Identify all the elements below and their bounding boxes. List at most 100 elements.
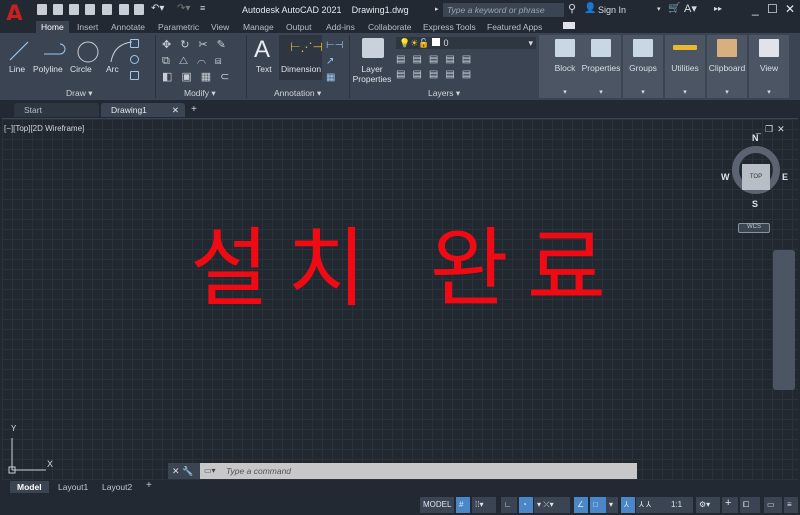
tab-featured-apps[interactable]: Featured Apps xyxy=(487,22,542,32)
text-icon[interactable]: A xyxy=(254,36,270,64)
layers-panel-label[interactable]: Layers ▾ xyxy=(428,88,460,99)
install-complete-message: 설치 완료 xyxy=(190,219,624,319)
viewcube-top[interactable]: TOP xyxy=(742,164,770,190)
annotation-visibility-icon[interactable]: ⅄ xyxy=(621,497,635,513)
search-input[interactable]: Type a keyword or phrase xyxy=(443,3,564,17)
annotation-panel-label[interactable]: Annotation ▾ xyxy=(274,88,321,99)
new-icon[interactable] xyxy=(37,4,47,15)
layer-color-swatch xyxy=(432,38,441,46)
compass-south[interactable]: S xyxy=(752,199,758,209)
workspace-gear-icon[interactable]: ⚙▾ xyxy=(696,497,720,513)
new-tab-button[interactable]: + xyxy=(191,104,197,115)
layer-dropdown[interactable]: 💡☀🔓 0 ▾ xyxy=(396,37,536,49)
minimize-button[interactable]: _ xyxy=(752,2,759,16)
rectangle-icon[interactable] xyxy=(130,39,139,48)
osnap-tracking-icon[interactable]: ∠ xyxy=(574,497,588,513)
groups-icon xyxy=(633,39,653,57)
command-input[interactable]: Type a command xyxy=(200,463,637,479)
tab-insert[interactable]: Insert xyxy=(77,22,98,32)
groups-panel[interactable]: Groups ▾ xyxy=(623,35,663,98)
close-button[interactable]: ✕ xyxy=(785,2,795,16)
compass-north[interactable]: N xyxy=(752,133,759,143)
text-tool[interactable]: Text xyxy=(256,64,272,74)
object-snap-icon[interactable]: □ xyxy=(590,497,606,513)
annotation-scale[interactable]: 1:1 xyxy=(668,497,693,513)
ortho-toggle-icon[interactable]: ∟ xyxy=(501,497,517,513)
modify-tool-icons[interactable]: ✥↻✂✎ ⧉△⌒⧈ ◧▣▦⊂ xyxy=(162,37,238,85)
sign-in-dropdown-icon[interactable]: ▾ xyxy=(657,5,661,13)
wcs-menu[interactable]: WCS xyxy=(738,223,770,233)
tab-collaborate[interactable]: Collaborate xyxy=(368,22,411,32)
annotation-scale-icons[interactable]: ⅄ ⅄ xyxy=(636,497,668,513)
tab-model[interactable]: Model xyxy=(10,481,49,493)
command-line-controls[interactable]: ✕ 🔧 xyxy=(168,463,200,479)
ellipse-icon[interactable] xyxy=(130,55,139,64)
line-tool[interactable]: Line xyxy=(9,64,25,74)
open-web-icon[interactable] xyxy=(102,4,112,15)
chevron-down-icon: ▾ xyxy=(641,89,645,96)
layer-properties-tool[interactable]: Layer Properties xyxy=(352,64,392,84)
navigation-bar[interactable] xyxy=(773,250,795,390)
view-panel[interactable]: View ▾ xyxy=(749,35,789,98)
utilities-panel[interactable]: Utilities ▾ xyxy=(665,35,705,98)
tab-manage[interactable]: Manage xyxy=(243,22,274,32)
isodraft-icon[interactable]: ▾ ⤫▾ xyxy=(534,497,570,513)
tab-layout1[interactable]: Layout1 xyxy=(58,482,88,492)
plot-icon[interactable] xyxy=(134,4,144,15)
tab-parametric[interactable]: Parametric xyxy=(158,22,199,32)
open-icon[interactable] xyxy=(53,4,63,15)
tab-home[interactable]: Home xyxy=(36,21,69,33)
viewport-controls[interactable]: [−][Top][2D Wireframe] xyxy=(4,124,84,133)
tab-layout2[interactable]: Layout2 xyxy=(102,482,132,492)
draw-panel-label[interactable]: Draw ▾ xyxy=(66,88,92,99)
chevron-down-icon: ▾ xyxy=(725,89,729,96)
customize-menu-icon[interactable]: ≡ xyxy=(784,497,798,513)
compass-east[interactable]: E xyxy=(782,172,788,182)
clipboard-panel[interactable]: Clipboard ▾ xyxy=(707,35,747,98)
polar-toggle-icon[interactable]: ◔ xyxy=(519,497,533,513)
ribbon-minimize-icon[interactable] xyxy=(563,22,575,29)
redo-icon[interactable]: ↷▾ xyxy=(177,3,190,14)
layer-tool-icons[interactable]: ▤▤▤▤▤ ▤▤▤▤▤ xyxy=(396,52,478,82)
new-layout-button[interactable]: + xyxy=(146,480,152,491)
expand-arrow-icon[interactable]: ▸ xyxy=(435,5,439,13)
snap-toggle-icon[interactable]: ⁞⁞▾ xyxy=(472,497,496,513)
properties-panel[interactable]: Properties ▾ xyxy=(581,35,621,98)
fullscreen-icon[interactable]: ▭ xyxy=(764,497,782,513)
groups-label: Groups xyxy=(629,63,657,73)
tab-output[interactable]: Output xyxy=(286,22,312,32)
modify-panel-label[interactable]: Modify ▾ xyxy=(184,88,216,99)
autodesk-account-icon[interactable]: A▾ xyxy=(684,2,697,15)
arc-tool[interactable]: Arc xyxy=(106,64,119,74)
polyline-tool[interactable]: Polyline xyxy=(33,64,63,74)
maximize-button[interactable]: ☐ xyxy=(767,2,778,16)
save-web-icon[interactable] xyxy=(119,4,129,15)
compass-west[interactable]: W xyxy=(721,172,730,182)
model-space-button[interactable]: MODEL xyxy=(420,497,455,513)
cart-icon[interactable]: 🛒 xyxy=(668,3,680,14)
tab-express-tools[interactable]: Express Tools xyxy=(423,22,476,32)
tab-start[interactable]: Start xyxy=(14,103,99,117)
tab-add-ins[interactable]: Add-ins xyxy=(326,22,355,32)
command-history-icon[interactable]: ▭▾ xyxy=(204,466,216,475)
search-icon[interactable]: ⚲ xyxy=(568,2,576,15)
isolate-objects-icon[interactable]: ⧠ xyxy=(740,497,760,513)
add-icon[interactable]: + xyxy=(722,497,738,513)
undo-icon[interactable]: ↶▾ xyxy=(151,3,164,14)
more-icon[interactable]: ▸▸ xyxy=(714,4,722,13)
annotation-small-icons[interactable]: ⊢⊣ ↗ ▦ xyxy=(326,38,343,86)
tab-view[interactable]: View xyxy=(211,22,229,32)
circle-tool[interactable]: Circle xyxy=(70,64,92,74)
save-as-icon[interactable] xyxy=(85,4,95,15)
object-snap-dropdown-icon[interactable]: ▾ xyxy=(606,497,618,513)
sign-in-button[interactable]: Sign In xyxy=(598,5,626,15)
close-tab-icon[interactable]: ✕ xyxy=(172,105,179,116)
hatch-icon[interactable] xyxy=(130,71,139,80)
viewport-window-controls[interactable]: _❐✕ xyxy=(756,124,789,135)
tab-annotate[interactable]: Annotate xyxy=(111,22,145,32)
grid-toggle-icon[interactable]: # xyxy=(456,497,470,513)
tab-drawing1[interactable]: Drawing1 ✕ xyxy=(101,103,185,117)
save-icon[interactable] xyxy=(69,4,79,15)
customize-quick-access-icon[interactable]: ≡ xyxy=(200,3,205,13)
drawing1-label: Drawing1 xyxy=(111,105,147,115)
